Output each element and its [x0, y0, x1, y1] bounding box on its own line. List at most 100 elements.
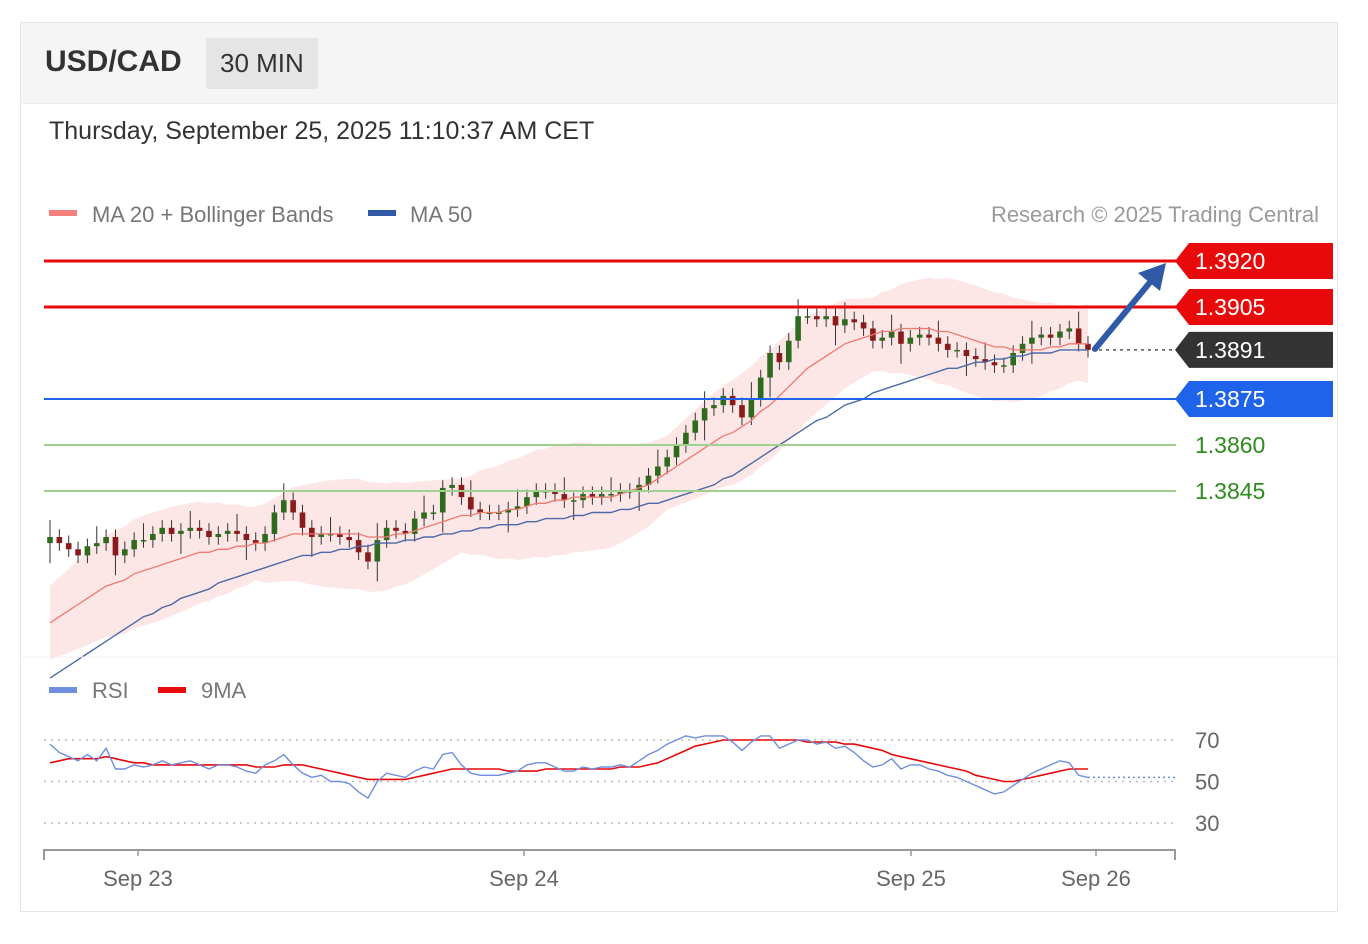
ma20-legend-label: MA 20 + Bollinger Bands — [92, 202, 334, 227]
price-tag-label: 1.3891 — [1195, 337, 1265, 363]
candle-body — [926, 334, 932, 338]
bollinger-band — [50, 277, 1088, 660]
candle-body — [168, 527, 175, 534]
candle-body — [739, 405, 745, 418]
candle-body — [65, 543, 72, 550]
candle-body — [860, 322, 867, 329]
candle-body — [280, 500, 287, 513]
rsi-legend-swatch — [49, 687, 77, 693]
arrow-head — [1138, 263, 1166, 291]
copyright-text: Research © 2025 Trading Central — [991, 202, 1319, 227]
rsi-ma-legend-swatch — [158, 687, 186, 693]
price-tag-label: 1.3875 — [1195, 386, 1265, 412]
candle-body — [907, 337, 914, 344]
price-chart: MA 20 + Bollinger Bands MA 50 Research ©… — [21, 202, 1337, 891]
candle-body — [823, 316, 829, 320]
ma50-legend-label: MA 50 — [410, 202, 472, 227]
candle-body — [430, 512, 437, 514]
ma20-legend-swatch — [49, 210, 77, 216]
candle — [47, 520, 53, 564]
candle-body — [346, 537, 353, 541]
candle-body — [814, 316, 820, 320]
candle-body — [954, 349, 960, 352]
candle-body — [767, 353, 773, 378]
candle-body — [271, 512, 278, 534]
rsi-ma-legend-label: 9MA — [201, 678, 247, 703]
x-tick-label: Sep 24 — [489, 866, 559, 891]
candle-body — [215, 533, 222, 537]
candle-body — [991, 362, 998, 366]
rsi-line — [49, 735, 1089, 800]
rsi-layer: 70 50 30 — [44, 728, 1219, 836]
rsi-tick-label: 30 — [1195, 811, 1219, 836]
candle-body — [468, 497, 474, 510]
candle-body — [84, 546, 91, 556]
candle-body — [75, 549, 81, 556]
x-tick-label: Sep 26 — [1061, 866, 1131, 891]
candle-body — [729, 395, 736, 406]
candle-body — [683, 432, 689, 445]
candle-body — [383, 527, 390, 541]
candle-body — [655, 466, 661, 476]
rsi-legend-label: RSI — [92, 678, 129, 703]
candle-body — [1010, 353, 1016, 366]
level-1-3875: 1.3875 — [44, 381, 1333, 417]
candle-body — [673, 445, 680, 458]
candle-body — [935, 337, 942, 344]
candle-body — [449, 484, 455, 488]
candle-body — [47, 537, 53, 544]
candle-body — [421, 512, 427, 519]
candle-body — [1019, 343, 1026, 353]
candle-body — [234, 530, 240, 534]
candle-body — [196, 527, 203, 531]
candle-body — [1047, 334, 1054, 338]
candle-body — [1066, 328, 1073, 332]
arrow-shaft — [1092, 272, 1159, 352]
candle-body — [103, 537, 109, 544]
candle-body — [178, 530, 184, 534]
candle-body — [711, 405, 717, 409]
candle-body — [112, 537, 119, 556]
candle-body — [206, 530, 212, 537]
candle-body — [122, 549, 128, 556]
candle-body — [309, 527, 315, 537]
candle-body — [365, 552, 371, 562]
candle-body — [1085, 343, 1091, 350]
candle-body — [701, 408, 708, 421]
candle-body — [140, 540, 147, 542]
candle-body — [56, 537, 63, 544]
candle-body — [804, 316, 811, 318]
x-tick-label: Sep 23 — [103, 866, 173, 891]
support-label: 1.3845 — [1195, 478, 1265, 504]
candle-body — [748, 399, 755, 418]
candle-body — [608, 494, 614, 496]
candle-body — [963, 349, 970, 357]
candle-body — [944, 343, 951, 350]
candle-body — [524, 497, 530, 507]
candle-body — [1075, 328, 1082, 344]
candle-body — [664, 457, 670, 467]
rsi-tick-label: 70 — [1195, 728, 1219, 753]
x-axis-line — [43, 849, 1176, 860]
candle-body — [916, 334, 923, 338]
candle — [56, 529, 63, 551]
candle-body — [243, 533, 250, 541]
rsi-ma-line — [49, 739, 1088, 783]
rsi-tick-label: 50 — [1195, 770, 1219, 795]
price-tag-label: 1.3920 — [1195, 248, 1265, 274]
candle-body — [795, 316, 801, 341]
candle-body — [851, 319, 858, 323]
candle-body — [159, 527, 166, 534]
candle-body — [842, 319, 848, 326]
candle-body — [692, 420, 699, 433]
candle-body — [93, 543, 100, 547]
level-1-3891: 1.3891 — [1092, 331, 1333, 368]
candle-body — [299, 512, 306, 528]
candle-body — [888, 331, 895, 338]
candle-body — [776, 353, 783, 363]
candle — [65, 535, 72, 557]
candle-body — [785, 340, 792, 363]
candle-body — [720, 395, 727, 406]
candle-body — [131, 540, 137, 550]
candle-body — [393, 527, 399, 531]
